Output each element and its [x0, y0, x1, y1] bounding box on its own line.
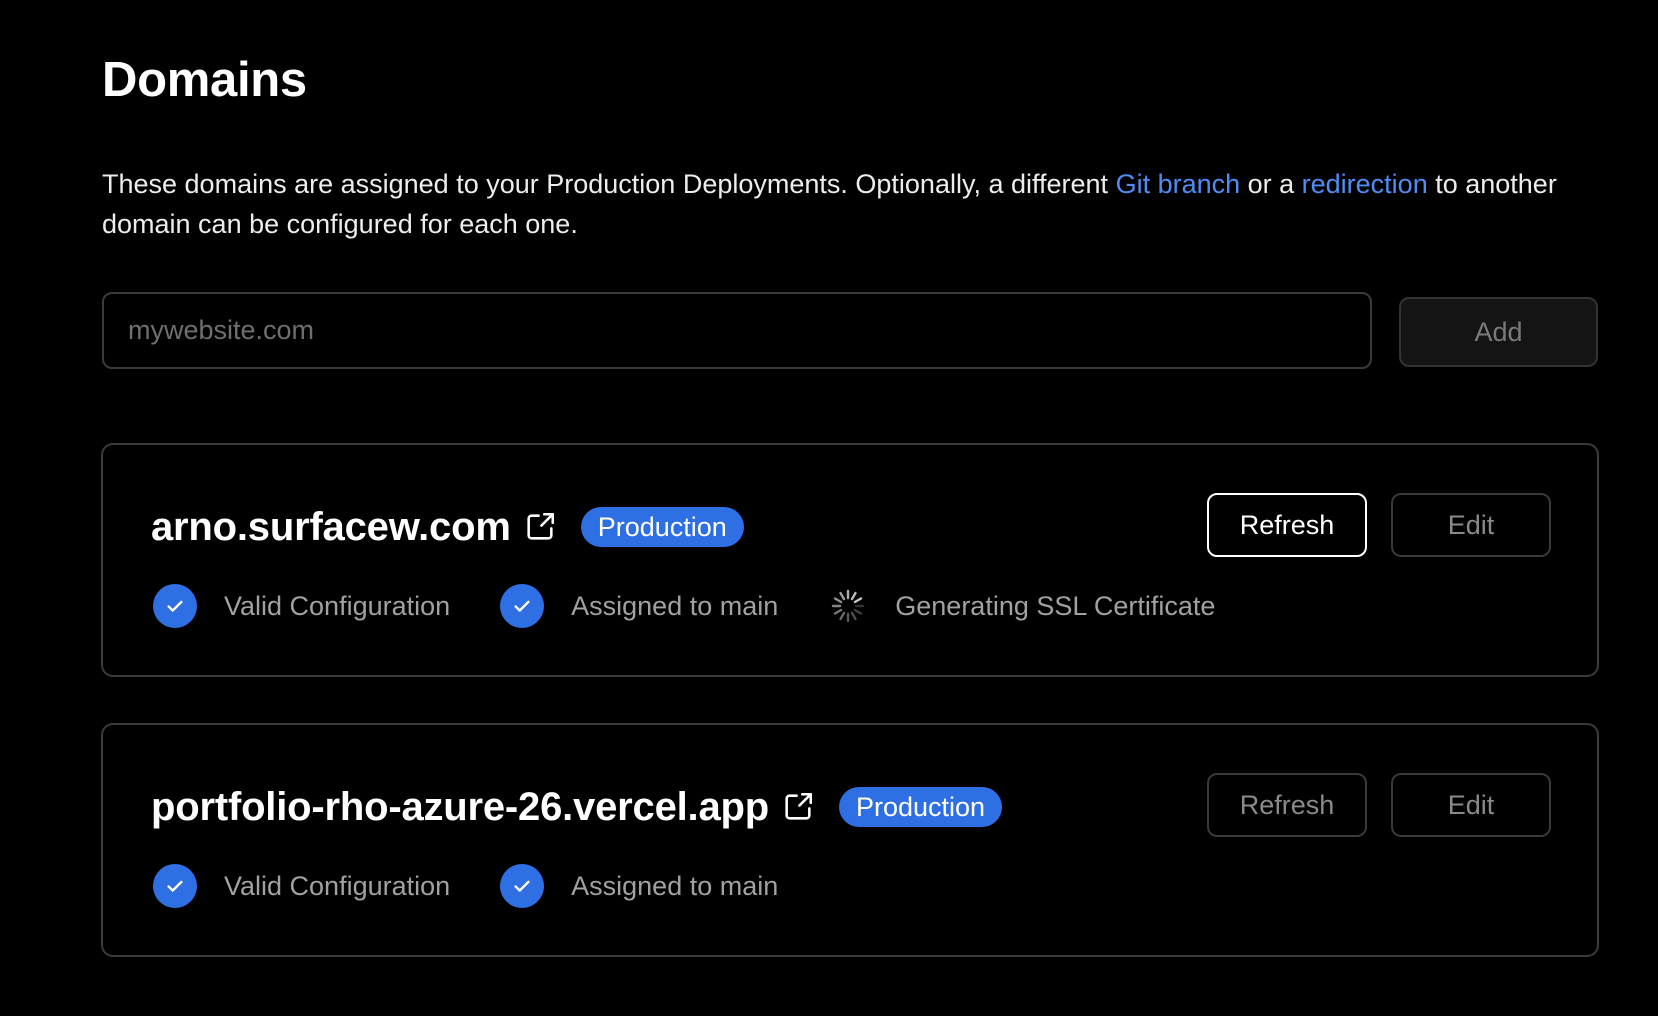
check-circle-icon [500, 584, 545, 628]
spinner-tick [853, 608, 863, 615]
check-circle-icon [153, 584, 197, 628]
domain-name[interactable]: portfolio-rho-azure-26.vercel.app [151, 785, 769, 830]
spinner-tick [839, 611, 846, 621]
domain-card: arno.surfacew.com Production Refresh Edi… [101, 443, 1599, 677]
status-label: Valid Configuration [224, 870, 451, 901]
status-row: Valid Configuration Assigned to main Gen… [153, 583, 1265, 629]
status-valid-configuration: Valid Configuration [153, 864, 450, 908]
spinner-tick [851, 611, 857, 621]
refresh-button[interactable]: Refresh [1207, 493, 1367, 557]
status-label: Assigned to main [571, 870, 779, 901]
spinner-tick [834, 608, 843, 615]
check-circle-icon [153, 864, 197, 908]
edit-button[interactable]: Edit [1391, 773, 1551, 837]
spinner-tick [853, 597, 863, 604]
status-label: Valid Configuration [224, 590, 451, 621]
status-label: Assigned to main [571, 590, 779, 621]
git-branch-link[interactable]: Git branch [1116, 169, 1241, 199]
add-domain-button[interactable]: Add [1399, 297, 1598, 367]
external-link-icon[interactable] [523, 510, 557, 544]
domain-input[interactable] [102, 292, 1372, 369]
status-valid-configuration: Valid Configuration [153, 584, 450, 628]
domain-header: portfolio-rho-azure-26.vercel.app Produc… [151, 779, 1003, 835]
status-label: Generating SSL Certificate [895, 590, 1216, 621]
domain-card: portfolio-rho-azure-26.vercel.app Produc… [101, 723, 1599, 957]
external-link-icon[interactable] [781, 790, 815, 824]
status-row: Valid Configuration Assigned to main [153, 863, 828, 909]
refresh-button[interactable]: Refresh [1207, 773, 1367, 837]
page-description: These domains are assigned to your Produ… [102, 164, 1582, 244]
spinner-tick [851, 591, 857, 601]
status-assigned: Assigned to main [500, 584, 778, 628]
edit-button[interactable]: Edit [1391, 493, 1551, 557]
status-ssl: Generating SSL Certificate [828, 586, 1215, 626]
description-text: These domains are assigned to your Produ… [102, 169, 1116, 199]
spinner-tick [834, 597, 843, 604]
production-badge: Production [580, 507, 744, 547]
spinner-icon [828, 586, 868, 626]
spinner-tick [839, 591, 846, 601]
redirection-link[interactable]: redirection [1302, 169, 1428, 199]
page-title: Domains [102, 53, 307, 107]
description-text: or a [1240, 169, 1302, 199]
status-assigned: Assigned to main [500, 864, 778, 908]
production-badge: Production [838, 787, 1003, 827]
check-circle-icon [500, 864, 545, 908]
domain-name[interactable]: arno.surfacew.com [151, 505, 511, 550]
domain-header: arno.surfacew.com Production [151, 499, 744, 555]
